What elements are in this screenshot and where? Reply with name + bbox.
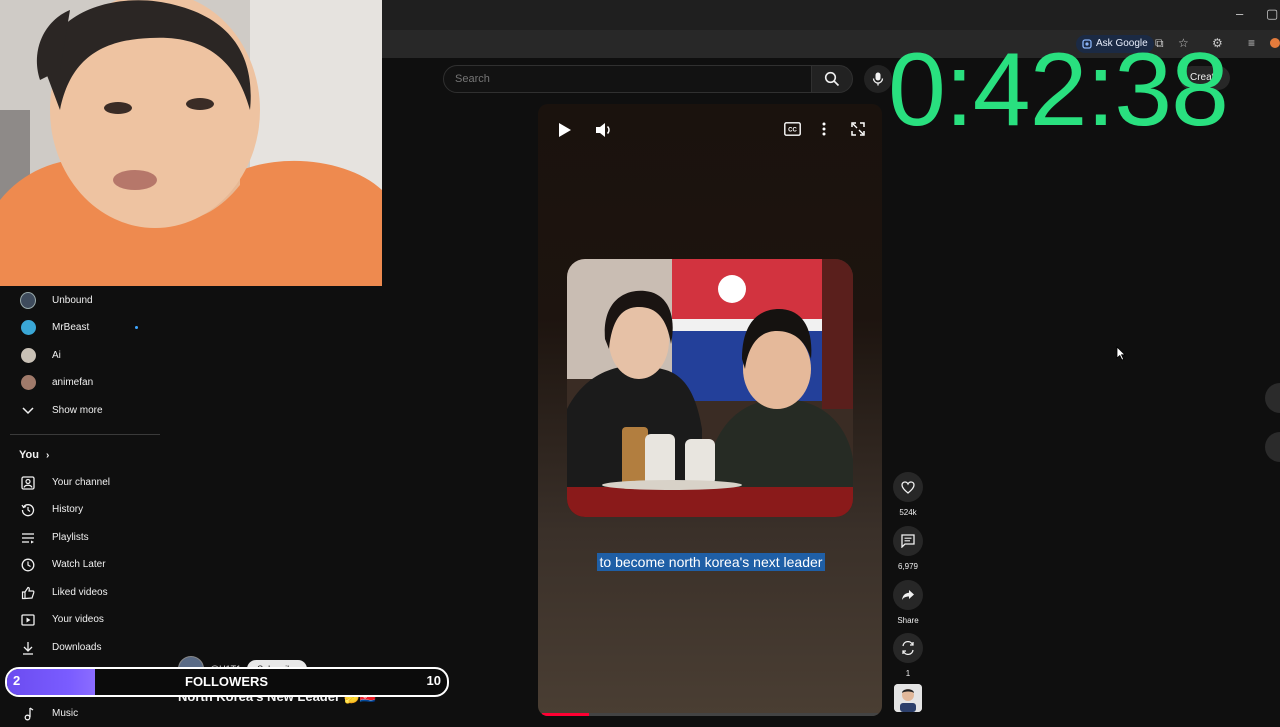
comment-count: 6,979 — [897, 562, 919, 571]
video-progress-bar[interactable] — [542, 713, 878, 716]
share-icon — [902, 590, 914, 600]
sidebar-item-label: Downloads — [52, 642, 102, 653]
you-section-title[interactable]: You › — [19, 449, 49, 461]
video-scene-image — [567, 259, 853, 517]
history-icon — [20, 502, 36, 518]
share-button[interactable] — [893, 580, 923, 610]
sidebar-item-label: Music — [52, 708, 79, 719]
channel-icon — [20, 475, 36, 491]
more-vert-icon — [822, 122, 826, 136]
video-icon — [20, 612, 36, 628]
sidebar-item-label: Your channel — [52, 477, 111, 488]
svg-text:CC: CC — [788, 128, 797, 134]
share-action[interactable]: Share — [892, 580, 924, 625]
sidebar-item-downloads[interactable]: Downloads — [0, 634, 160, 661]
remix-icon — [902, 641, 914, 655]
sidebar-item-label: MrBeast — [52, 322, 90, 333]
shorts-video-player[interactable]: CC to become north korea's next leader — [538, 104, 882, 716]
remix-action[interactable]: 1 — [892, 633, 924, 678]
video-caption: to become north korea's next leader — [595, 553, 827, 572]
sidebar-item-animefan[interactable]: animefan — [0, 369, 160, 396]
streamer-webcam-image — [0, 0, 382, 286]
profile-avatar[interactable] — [1270, 38, 1280, 48]
fullscreen-button[interactable] — [851, 122, 865, 141]
webcam-overlay — [0, 0, 382, 286]
search-icon — [824, 71, 840, 87]
sidebar-item-your-channel[interactable]: Your channel — [0, 469, 160, 496]
ai-avatar — [20, 348, 36, 364]
minimize-button[interactable]: – — [1236, 6, 1243, 21]
sidebar-item-label: animefan — [52, 377, 94, 388]
sidebar-item-label: Liked videos — [52, 587, 108, 598]
new-content-dot — [135, 326, 138, 329]
sidebar-item-history[interactable]: History — [0, 496, 160, 523]
next-short-button[interactable] — [1265, 432, 1280, 462]
volume-icon — [596, 123, 610, 137]
globe-avatar — [20, 292, 36, 309]
sidebar-item-playlists[interactable]: Playlists — [0, 524, 160, 551]
captions-button[interactable]: CC — [784, 122, 801, 141]
mic-icon — [872, 72, 884, 86]
like-action[interactable]: 524k — [892, 472, 924, 517]
sidebar-divider — [10, 434, 160, 435]
sidebar-item-your-videos[interactable]: Your videos — [0, 606, 160, 633]
media-icon[interactable]: ≡ — [1248, 36, 1255, 50]
stream-timer: 0:42:38 — [888, 32, 1229, 148]
caption-text: to become north korea's next leader — [596, 553, 826, 571]
play-button[interactable] — [558, 122, 572, 143]
sidebar-item-label: Unbound — [52, 295, 93, 306]
download-icon — [20, 640, 36, 656]
play-icon — [559, 123, 571, 137]
you-section-label: You — [19, 449, 39, 461]
followers-label: FOLLOWERS — [185, 674, 269, 689]
remix-button[interactable] — [893, 633, 923, 663]
mrbeast-avatar — [20, 320, 36, 336]
sidebar-item-watch-later[interactable]: Watch Later — [0, 551, 160, 578]
animefan-avatar — [20, 375, 36, 391]
sidebar-item-label: Show more — [52, 405, 103, 416]
fullscreen-icon — [851, 122, 865, 136]
sidebar-item-label: History — [52, 504, 84, 515]
sidebar-item-liked-videos[interactable]: Liked videos — [0, 579, 160, 606]
search-button[interactable] — [811, 65, 853, 93]
heart-icon — [901, 480, 915, 494]
sidebar-item-music[interactable]: Music — [0, 700, 160, 727]
search-input[interactable] — [444, 66, 812, 92]
channel-avatar-image — [894, 684, 922, 712]
chevron-right-icon: › — [46, 450, 50, 461]
comment-action[interactable]: 6,979 — [892, 526, 924, 571]
video-progress-fill — [542, 713, 590, 716]
previous-short-button[interactable] — [1265, 383, 1280, 413]
like-count: 524k — [899, 508, 917, 517]
captions-icon: CC — [784, 122, 801, 136]
sidebar-item-mrbeast[interactable]: MrBeast — [0, 314, 160, 341]
sidebar-show-more[interactable]: Show more — [0, 397, 160, 424]
chevron-down-icon — [20, 403, 36, 419]
sidebar-item-label: Your videos — [52, 614, 104, 625]
more-options-button[interactable] — [822, 122, 826, 141]
sidebar-item-label: Watch Later — [52, 559, 106, 570]
sidebar-item-unbound[interactable]: Unbound — [0, 287, 160, 314]
mouse-cursor-icon — [1116, 346, 1126, 366]
followers-goal-bar: 2 FOLLOWERS 10 — [5, 667, 449, 697]
followers-goal: 10 — [426, 673, 441, 688]
sidebar-item-ai[interactable]: Ai — [0, 342, 160, 369]
music-icon — [20, 706, 36, 722]
sidebar-item-label: Ai — [52, 350, 61, 361]
like-button[interactable] — [893, 472, 923, 502]
video-frame-image — [567, 259, 853, 517]
sidebar-item-label: Playlists — [52, 532, 89, 543]
volume-button[interactable] — [595, 122, 613, 143]
thumbs-up-icon — [20, 585, 36, 601]
clock-icon — [20, 557, 36, 573]
followers-current: 2 — [13, 673, 21, 688]
search-box[interactable] — [443, 65, 813, 93]
remix-count: 1 — [905, 669, 911, 678]
comment-icon — [901, 534, 915, 548]
channel-thumbnail-avatar[interactable] — [894, 684, 922, 712]
playlist-icon — [20, 530, 36, 546]
maximize-button[interactable]: ▢ — [1266, 6, 1278, 22]
share-label: Share — [897, 616, 919, 625]
comment-button[interactable] — [893, 526, 923, 556]
